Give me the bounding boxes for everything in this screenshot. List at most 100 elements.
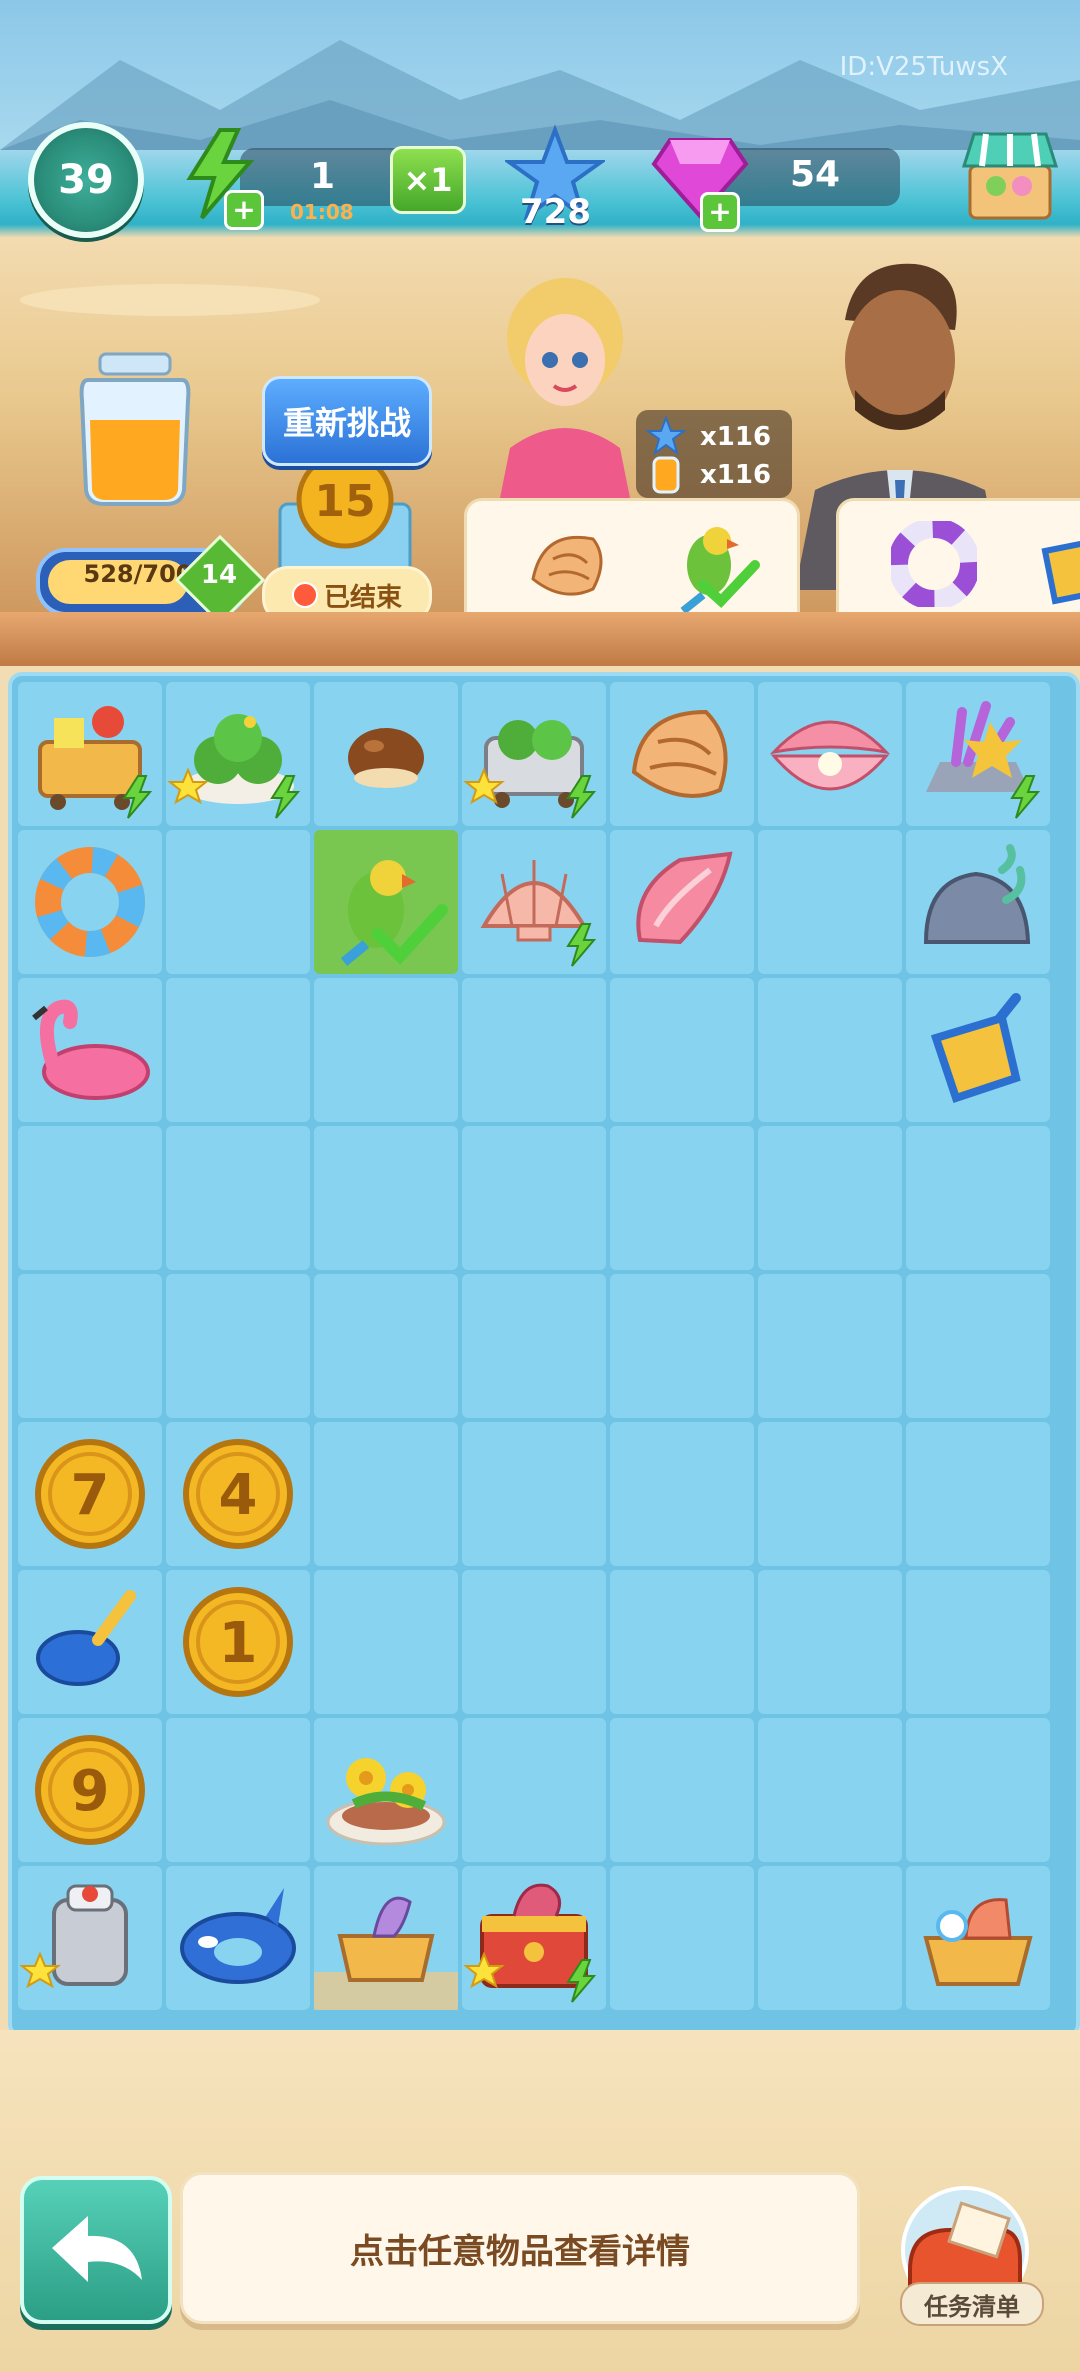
board-cell-empty[interactable]	[314, 1570, 458, 1714]
board-cell-empty[interactable]	[314, 1274, 458, 1418]
board-cell-empty[interactable]	[18, 1126, 162, 1270]
board-cell-empty[interactable]	[462, 1422, 606, 1566]
board-cell-conch-shell[interactable]	[610, 682, 754, 826]
board-cell-parrot[interactable]	[314, 830, 458, 974]
board-cell-empty[interactable]	[166, 1126, 310, 1270]
board-cell-treasure-chest[interactable]	[462, 1866, 606, 2010]
parrot-icon	[340, 860, 448, 966]
board-cell-coin[interactable]: 7	[18, 1422, 162, 1566]
board-cell-beach-cart[interactable]	[18, 682, 162, 826]
board-cell-empty[interactable]	[462, 1274, 606, 1418]
shop-stall-icon[interactable]	[960, 122, 1060, 226]
board-cell-empty[interactable]	[758, 1274, 902, 1418]
coin-icon: 4	[183, 1439, 293, 1549]
board-cell-spade[interactable]	[18, 1570, 162, 1714]
spiral-shell-icon	[636, 851, 733, 945]
board-cell-empty[interactable]	[610, 1274, 754, 1418]
challenge-status-text: 已结束	[323, 582, 402, 613]
board-cell-empty[interactable]	[166, 1718, 310, 1862]
board-cell-empty[interactable]	[906, 1274, 1050, 1418]
order-card-1[interactable]	[464, 498, 800, 630]
energy-badge-icon	[566, 923, 597, 967]
customer-girl[interactable]	[490, 268, 640, 498]
board-cell-empty[interactable]	[610, 1422, 754, 1566]
island-decor	[20, 284, 320, 316]
board-cell-empty[interactable]	[758, 978, 902, 1122]
coin-value: 7	[71, 1463, 110, 1528]
board-cell-empty[interactable]	[906, 1718, 1050, 1862]
board-cell-chestnut[interactable]	[314, 682, 458, 826]
board-cell-empty[interactable]	[462, 1570, 606, 1714]
board-cell-empty[interactable]	[462, 1126, 606, 1270]
board-cell-empty[interactable]	[758, 1126, 902, 1270]
board-cell-rock-seaweed[interactable]	[906, 830, 1050, 974]
sand-shovel-icon	[930, 993, 1021, 1104]
flower-pot-icon	[326, 1758, 446, 1846]
back-button[interactable]	[20, 2176, 172, 2324]
board-cell-empty[interactable]	[314, 1422, 458, 1566]
beach-cart-icon	[38, 706, 153, 819]
energy-multiplier-button[interactable]: ×1	[390, 146, 466, 214]
energy-add-icon[interactable]: +	[224, 190, 264, 230]
order-card-2[interactable]	[836, 498, 1080, 630]
rock-seaweed-icon	[923, 844, 1031, 944]
board-cell-empty[interactable]	[462, 978, 606, 1122]
board-cell-coin[interactable]: 9	[18, 1718, 162, 1862]
board-cell-pearl-clam[interactable]	[758, 682, 902, 826]
board-cell-empty[interactable]	[610, 1718, 754, 1862]
board-cell-empty[interactable]	[462, 1718, 606, 1862]
merge-board: 7 4 1 9	[8, 672, 1080, 2038]
gem-add-icon[interactable]: +	[700, 192, 740, 232]
board-cell-coin[interactable]: 4	[166, 1422, 310, 1566]
board-wood-frame	[0, 612, 1080, 666]
challenge-coin-bucket[interactable]: 15	[270, 450, 420, 580]
board-cell-empty[interactable]	[166, 830, 310, 974]
board-cell-juicer[interactable]	[18, 1866, 162, 2010]
sand-box-icon	[314, 1896, 458, 2010]
board-cell-empty[interactable]	[314, 1126, 458, 1270]
pearl-clam-icon	[769, 720, 891, 791]
board-cell-swim-ring[interactable]	[18, 830, 162, 974]
board-cell-empty[interactable]	[758, 1866, 902, 2010]
gem-count: 54	[790, 154, 841, 195]
board-cell-empty[interactable]	[906, 1570, 1050, 1714]
board-cell-coin[interactable]: 1	[166, 1570, 310, 1714]
order-life-ring-icon	[891, 521, 977, 607]
board-cell-scallop-shell[interactable]	[462, 830, 606, 974]
orca-float-icon	[180, 1888, 296, 1984]
task-list-button[interactable]: 任务清单	[900, 2282, 1044, 2326]
board-cell-flamingo-float[interactable]	[18, 978, 162, 1122]
board-cell-empty[interactable]	[906, 1126, 1050, 1270]
board-cell-spiral-shell[interactable]	[610, 830, 754, 974]
board-cell-empty[interactable]	[610, 1126, 754, 1270]
board-cell-empty[interactable]	[906, 1422, 1050, 1566]
coin-icon: 9	[35, 1735, 145, 1845]
board-cell-empty[interactable]	[610, 978, 754, 1122]
reward-star-icon	[646, 416, 686, 456]
level-badge[interactable]: 39	[28, 122, 144, 238]
coin-value: 9	[71, 1759, 110, 1824]
board-cell-empty[interactable]	[758, 1718, 902, 1862]
board-cell-empty[interactable]	[758, 1570, 902, 1714]
board-cell-empty[interactable]	[610, 1866, 754, 2010]
energy-timer: 01:08	[290, 200, 354, 224]
board-cell-beach-basket[interactable]	[906, 1866, 1050, 2010]
board-cell-empty[interactable]	[610, 1570, 754, 1714]
board-cell-empty[interactable]	[758, 1422, 902, 1566]
board-cell-empty[interactable]	[18, 1274, 162, 1418]
board-cell-empty[interactable]	[314, 978, 458, 1122]
juice-jar-icon[interactable]	[70, 350, 200, 510]
board-cell-flower-pot[interactable]	[314, 1718, 458, 1862]
board-cell-cactus-cart[interactable]	[462, 682, 606, 826]
board-cell-cactus-pot[interactable]	[166, 682, 310, 826]
board-cell-empty[interactable]	[166, 1274, 310, 1418]
board-cell-empty[interactable]	[166, 978, 310, 1122]
board-cell-orca-float[interactable]	[166, 1866, 310, 2010]
player-id: ID:V25TuwsX	[839, 52, 1008, 82]
beach-basket-icon	[923, 1898, 1033, 1986]
board-cell-coral-reef[interactable]	[906, 682, 1050, 826]
retry-challenge-button[interactable]: 重新挑战	[262, 376, 432, 466]
board-cell-sand-box[interactable]	[314, 1866, 458, 2010]
board-cell-empty[interactable]	[758, 830, 902, 974]
board-cell-sand-shovel[interactable]	[906, 978, 1050, 1122]
